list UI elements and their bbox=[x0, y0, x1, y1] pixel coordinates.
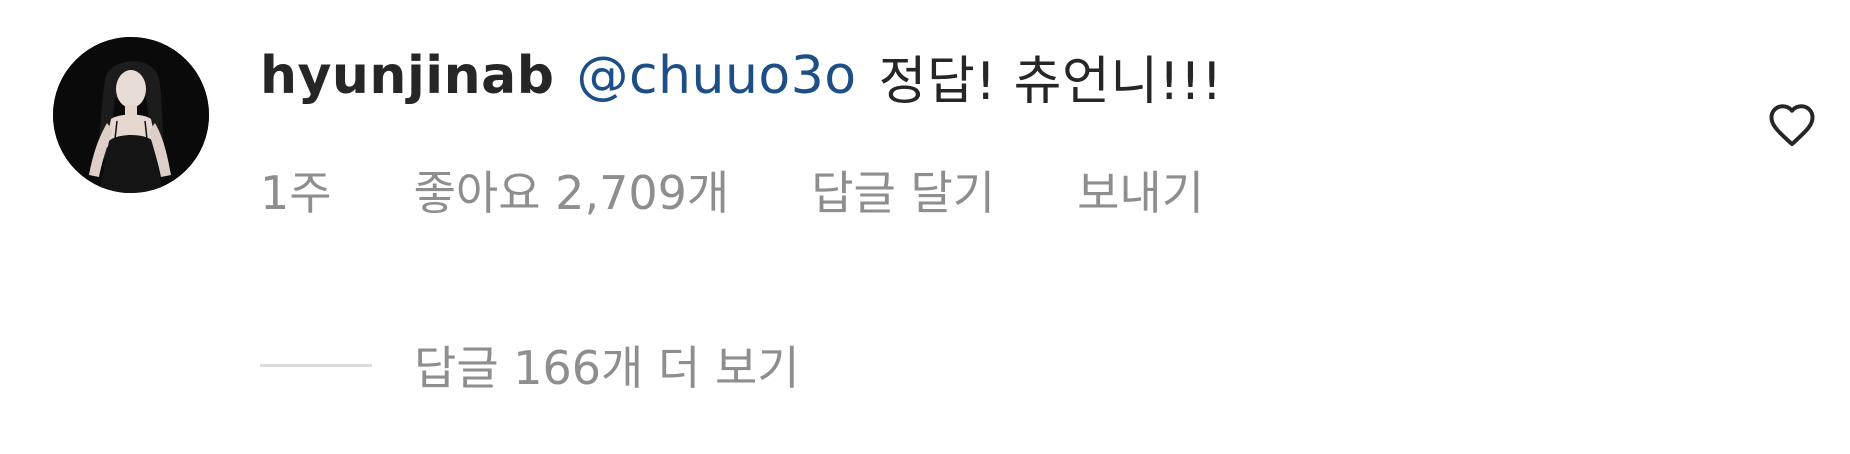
comment-likes[interactable]: 좋아요 2,709개 bbox=[414, 157, 730, 223]
heart-icon[interactable] bbox=[1764, 96, 1820, 152]
avatar[interactable] bbox=[53, 37, 209, 193]
comment-meta: 1주 좋아요 2,709개 답글 달기 보내기 bbox=[260, 150, 1204, 230]
comment-body: 정답! 츄언니!!! bbox=[878, 51, 1223, 112]
view-replies-button[interactable]: 답글 166개 더 보기 bbox=[260, 330, 800, 400]
reply-button[interactable]: 답글 달기 bbox=[811, 157, 995, 223]
comment-time[interactable]: 1주 bbox=[260, 157, 332, 223]
comment-username[interactable]: hyunjinab bbox=[260, 46, 554, 106]
comment: hyunjinab @chuuo3o 정답! 츄언니!!! 1주 좋아요 2,7… bbox=[0, 0, 1850, 454]
heart-icon-glyph bbox=[1769, 104, 1815, 147]
comment-mention[interactable]: @chuuo3o bbox=[576, 46, 856, 106]
view-replies-label: 답글 166개 더 보기 bbox=[414, 341, 800, 395]
replies-divider bbox=[260, 363, 372, 367]
comment-text-line: hyunjinab @chuuo3o 정답! 츄언니!!! bbox=[260, 36, 1223, 116]
avatar-photo bbox=[53, 37, 209, 193]
send-button[interactable]: 보내기 bbox=[1077, 157, 1204, 223]
